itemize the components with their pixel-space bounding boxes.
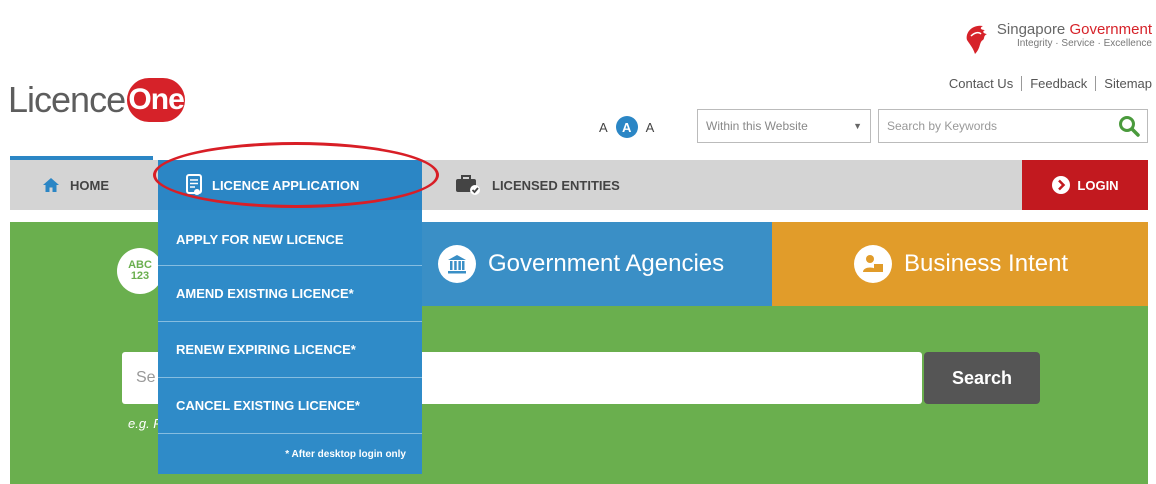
search-scope-value: Within this Website (706, 119, 808, 133)
tab-business-intent-label: Business Intent (904, 250, 1069, 277)
abc-123-icon[interactable]: ABC 123 (117, 248, 163, 294)
dropdown-footnote: * After desktop login only (285, 448, 406, 460)
tab-business-intent[interactable]: Business Intent (772, 222, 1148, 306)
search-button[interactable]: Search (924, 352, 1040, 404)
search-example-text: e.g. F (128, 416, 162, 431)
font-size-controls: A A A (599, 116, 654, 138)
nav-licensed-entities-label: LICENSED ENTITIES (492, 177, 620, 193)
sg-gov-name: Singapore Government (996, 21, 1152, 38)
menu-item-renew-expiring-licence[interactable]: RENEW EXPIRING LICENCE* (158, 322, 422, 378)
arrow-right-circle-icon (1051, 175, 1071, 195)
menu-item-cancel-existing-licence[interactable]: CANCEL EXISTING LICENCE* (158, 378, 422, 434)
menu-item-amend-existing-licence[interactable]: AMEND EXISTING LICENCE* (158, 266, 422, 322)
tab-government-agencies[interactable]: Government Agencies (410, 222, 772, 306)
font-size-small[interactable]: A (599, 120, 608, 135)
keyword-search-input[interactable]: Search by Keywords (878, 109, 1148, 143)
licence-search-placeholder: Se (136, 369, 156, 386)
licenceone-logo[interactable]: Licence One (8, 78, 186, 122)
top-links: Contact Us Feedback Sitemap (941, 76, 1152, 91)
singapore-government-logo[interactable]: Singapore Government Integrity · Service… (961, 22, 1152, 56)
briefcase-icon (454, 174, 482, 196)
search-scope-select[interactable]: Within this Website ▼ (697, 109, 871, 143)
nav-licensed-entities[interactable]: LICENSED ENTITIES (454, 160, 620, 210)
logo-badge: One (127, 78, 186, 122)
logo-text: Licence (8, 79, 126, 120)
feedback-link[interactable]: Feedback (1021, 76, 1095, 91)
font-size-medium[interactable]: A (615, 116, 638, 138)
lion-head-icon (966, 25, 987, 54)
login-label: LOGIN (1077, 177, 1119, 193)
menu-item-apply-new-licence[interactable]: APPLY FOR NEW LICENCE (158, 210, 422, 266)
highlight-ellipse (153, 142, 439, 208)
login-button[interactable]: LOGIN (1022, 160, 1148, 210)
sg-gov-tagline: Integrity · Service · Excellence (1016, 38, 1152, 49)
business-person-icon (854, 245, 892, 283)
nav-home-label: HOME (70, 177, 109, 193)
home-icon (42, 177, 60, 193)
search-icon[interactable] (1115, 113, 1143, 139)
font-size-large[interactable]: A (646, 120, 655, 135)
licence-application-dropdown: APPLY FOR NEW LICENCE AMEND EXISTING LIC… (158, 210, 422, 474)
keyword-placeholder: Search by Keywords (887, 119, 998, 133)
nav-home[interactable]: HOME (42, 160, 109, 210)
tab-government-agencies-label: Government Agencies (488, 250, 725, 277)
contact-us-link[interactable]: Contact Us (941, 76, 1021, 91)
sitemap-link[interactable]: Sitemap (1095, 76, 1152, 91)
government-building-icon (438, 245, 476, 283)
chevron-down-icon: ▼ (853, 121, 862, 131)
